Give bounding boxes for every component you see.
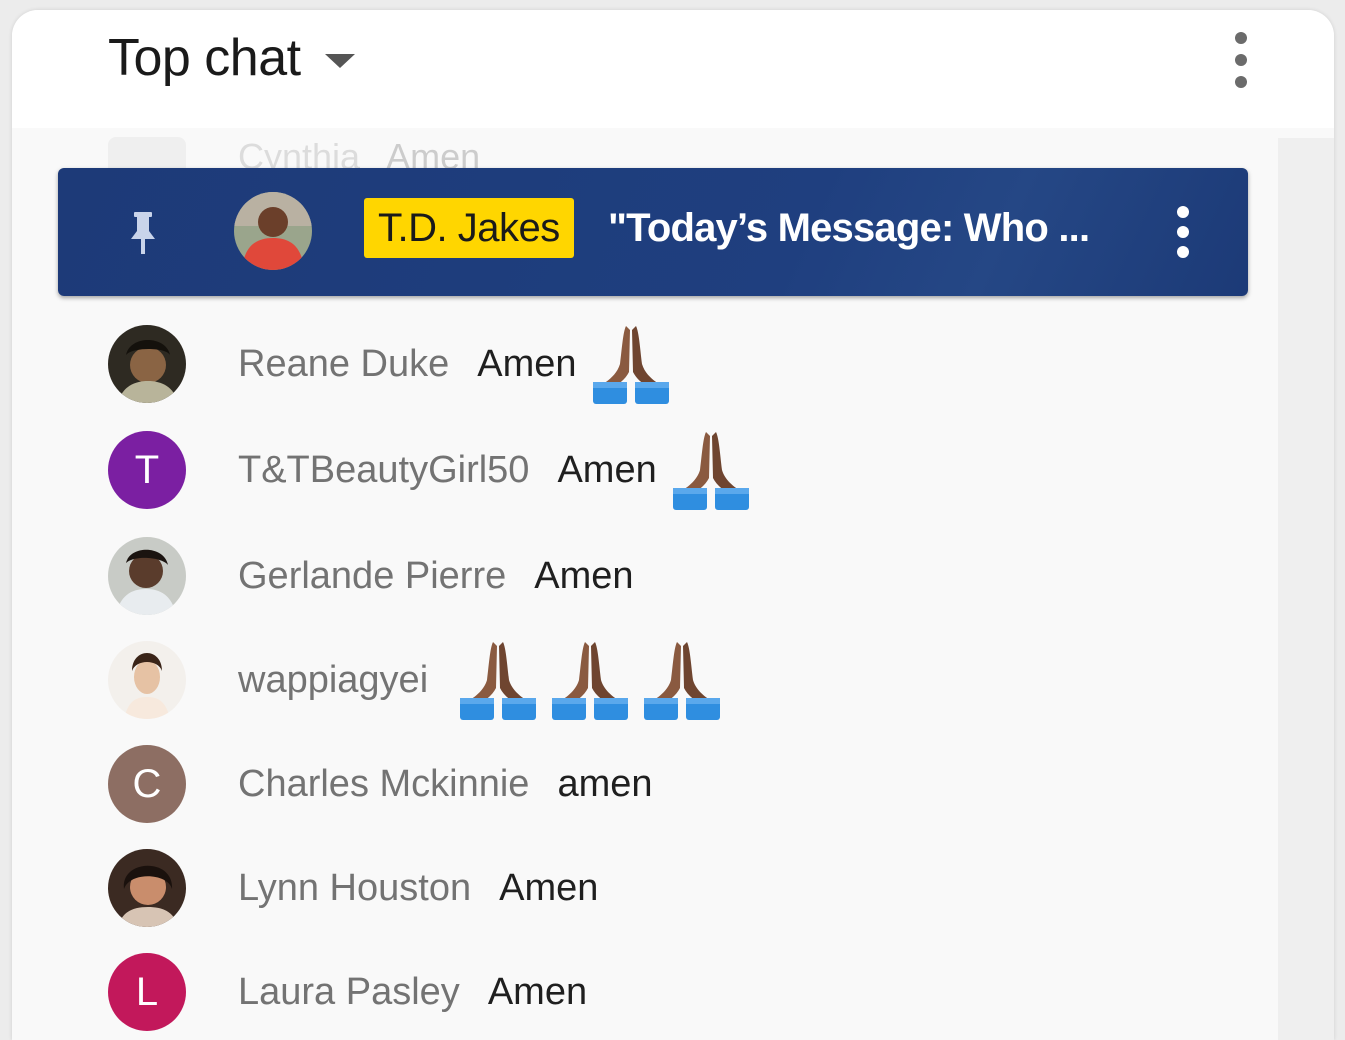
list-item[interactable]: Lynn Houston Amen (108, 848, 598, 928)
praying-hands-icon (552, 640, 628, 720)
author-name[interactable]: Lynn Houston (238, 867, 471, 910)
owner-name-badge[interactable]: T.D. Jakes (364, 198, 574, 258)
avatar[interactable]: T (108, 431, 186, 509)
profile-photo (234, 192, 312, 270)
avatar[interactable] (108, 537, 186, 615)
chat-header: Top chat (12, 10, 1334, 128)
live-chat-panel: Top chat Cynthia Amen T.D. Jakes "Today’… (12, 10, 1334, 1040)
message-text: Amen (477, 342, 577, 385)
avatar[interactable] (108, 849, 186, 927)
message-text: amen (557, 762, 653, 805)
praying-hands-icon (593, 324, 669, 404)
avatar[interactable] (234, 192, 312, 270)
message-text: Amen (557, 448, 657, 491)
top-chat-label: Top chat (108, 29, 301, 87)
author-name[interactable]: T&TBeautyGirl50 (238, 449, 529, 492)
avatar[interactable] (108, 641, 186, 719)
chevron-down-icon (324, 54, 355, 68)
avatar[interactable]: L (108, 953, 186, 1031)
author-name[interactable]: Reane Duke (238, 343, 449, 386)
pin-icon (131, 212, 155, 254)
profile-photo (108, 641, 186, 719)
chat-scrollbar[interactable] (1278, 138, 1334, 1040)
message-text: Amen (499, 866, 599, 909)
avatar[interactable] (108, 325, 186, 403)
list-item[interactable]: T T&TBeautyGirl50 Amen (108, 430, 749, 510)
list-item[interactable]: wappiagyei (108, 640, 720, 720)
profile-photo (108, 849, 186, 927)
list-item[interactable]: C Charles Mckinnie amen (108, 744, 653, 824)
profile-photo (108, 537, 186, 615)
praying-hands-icon (644, 640, 720, 720)
author-name[interactable]: Gerlande Pierre (238, 555, 506, 598)
list-item[interactable]: Reane Duke Amen (108, 324, 669, 404)
message-text: Amen (534, 554, 634, 597)
message-text: Amen (487, 970, 588, 1013)
pinned-message-banner[interactable]: T.D. Jakes "Today’s Message: Who ... (58, 168, 1248, 296)
list-item[interactable]: L Laura Pasley Amen (108, 952, 587, 1032)
top-chat-dropdown[interactable]: Top chat (108, 28, 355, 88)
more-options-icon[interactable] (1226, 32, 1256, 88)
author-name[interactable]: Laura Pasley (238, 971, 460, 1014)
pinned-more-options-icon[interactable] (1168, 206, 1198, 258)
author-name[interactable]: wappiagyei (238, 659, 428, 702)
praying-hands-icon (460, 640, 536, 720)
pinned-message-text: "Today’s Message: Who ... (608, 206, 1090, 250)
profile-photo (108, 325, 186, 403)
list-item[interactable]: Gerlande Pierre Amen (108, 536, 634, 616)
avatar[interactable]: C (108, 745, 186, 823)
praying-hands-icon (673, 430, 749, 510)
author-name[interactable]: Charles Mckinnie (238, 763, 529, 806)
